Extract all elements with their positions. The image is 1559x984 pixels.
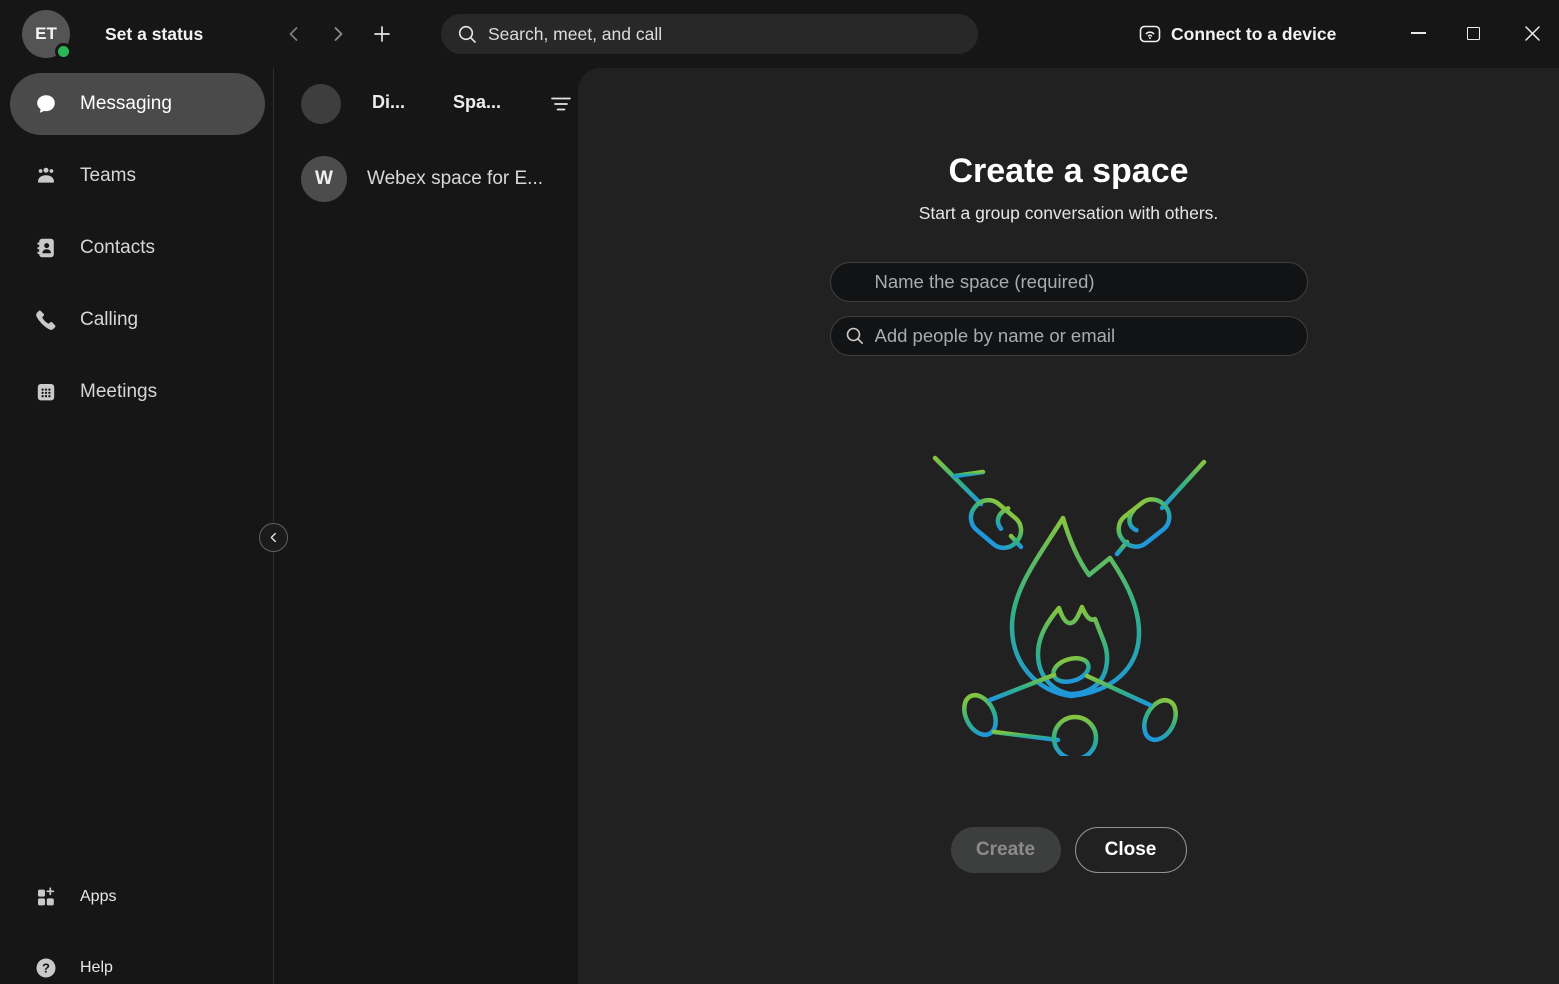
- space-name-field: [830, 262, 1308, 302]
- sidebar-item-label: Meetings: [80, 381, 157, 403]
- sidebar-item-label: Calling: [80, 309, 138, 331]
- chat-bubble-icon: [34, 92, 58, 116]
- collapse-panel-button[interactable]: [259, 523, 288, 552]
- sidebar-item-label: Messaging: [80, 93, 172, 115]
- apps-grid-icon: [34, 885, 58, 909]
- close-button[interactable]: Close: [1075, 827, 1187, 873]
- dialog-actions: Create Close: [951, 827, 1187, 873]
- forward-button[interactable]: [324, 20, 352, 48]
- search-input[interactable]: [488, 24, 962, 45]
- presence-status-dot: [55, 43, 72, 60]
- sidebar-item-label: Teams: [80, 165, 136, 187]
- tab-spaces[interactable]: Spa...: [453, 92, 501, 113]
- sidebar-item-label: Apps: [80, 888, 116, 906]
- phone-icon: [34, 308, 58, 332]
- teams-people-icon: [34, 164, 58, 188]
- close-window-button[interactable]: [1511, 12, 1553, 54]
- search-icon: [457, 24, 478, 45]
- address-book-icon: [34, 236, 58, 260]
- chevron-left-icon: [282, 22, 306, 46]
- space-avatar: W: [301, 156, 347, 202]
- sidebar-item-contacts[interactable]: Contacts: [0, 212, 273, 284]
- page-subtitle: Start a group conversation with others.: [919, 203, 1219, 224]
- help-question-icon: ?: [34, 956, 58, 980]
- sidebar-item-help[interactable]: ? Help: [0, 932, 273, 984]
- back-button[interactable]: [280, 20, 308, 48]
- add-people-input[interactable]: [830, 316, 1308, 356]
- sidebar-item-calling[interactable]: Calling: [0, 284, 273, 356]
- plus-icon: [370, 22, 394, 46]
- sidebar-item-apps[interactable]: Apps: [0, 861, 273, 933]
- sidebar-item-meetings[interactable]: Meetings: [0, 356, 273, 428]
- page-title: Create a space: [948, 152, 1188, 191]
- sidebar-item-label: Contacts: [80, 237, 155, 259]
- list-header: Di... Spa...: [274, 68, 578, 146]
- maximize-icon: [1467, 27, 1480, 40]
- set-status-button[interactable]: Set a status: [105, 0, 203, 68]
- sidebar-item-messaging[interactable]: Messaging: [10, 73, 265, 135]
- device-icon: [1138, 22, 1162, 46]
- sidebar-item-teams[interactable]: Teams: [0, 140, 273, 212]
- space-name-input[interactable]: [830, 262, 1308, 302]
- list-item[interactable]: W Webex space for E...: [274, 147, 578, 211]
- global-search[interactable]: [441, 14, 978, 54]
- conversation-list-panel: Di... Spa... W Webex space for E...: [274, 68, 578, 984]
- chevron-left-icon: [268, 532, 279, 543]
- add-button[interactable]: [368, 20, 396, 48]
- close-icon: [1524, 25, 1541, 42]
- webex-app-window: ET Set a status: [0, 0, 1559, 984]
- filter-button[interactable]: [547, 90, 575, 118]
- campfire-illustration: [919, 444, 1219, 761]
- create-space-panel: Create a space Start a group conversatio…: [578, 68, 1559, 984]
- chevron-right-icon: [326, 22, 350, 46]
- connect-to-device-button[interactable]: Connect to a device: [1138, 0, 1336, 68]
- tab-direct[interactable]: Di...: [372, 92, 405, 113]
- svg-text:?: ?: [42, 961, 50, 976]
- connect-to-device-label: Connect to a device: [1171, 24, 1336, 45]
- add-people-field: [830, 316, 1308, 356]
- filter-icon: [550, 95, 572, 113]
- calendar-icon: [34, 380, 58, 404]
- minimize-icon: [1411, 32, 1426, 34]
- sidebar-item-label: Help: [80, 959, 113, 977]
- maximize-button[interactable]: [1452, 12, 1494, 54]
- minimize-button[interactable]: [1397, 12, 1439, 54]
- top-bar: ET Set a status: [0, 0, 1559, 68]
- space-title: Webex space for E...: [367, 168, 543, 190]
- profile-avatar[interactable]: ET: [22, 10, 70, 58]
- space-avatar-placeholder[interactable]: [301, 84, 341, 124]
- search-icon: [844, 325, 866, 347]
- primary-sidebar: Messaging Teams: [0, 68, 273, 984]
- create-button[interactable]: Create: [951, 827, 1061, 873]
